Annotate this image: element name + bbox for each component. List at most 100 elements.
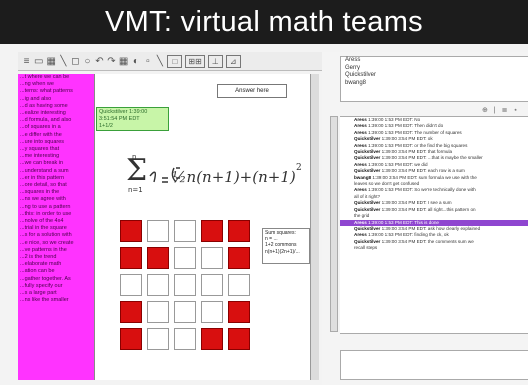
chat-author: Aress — [354, 142, 367, 148]
grid-square-white[interactable] — [174, 328, 196, 350]
grid-square-white[interactable] — [174, 247, 196, 269]
svg-text:½n(n+1)+(n+1): ½n(n+1)+(n+1) — [172, 168, 296, 186]
chat-toolbar-icons[interactable]: ⊕ | ≣ ⋆ — [482, 106, 520, 114]
toolbar-tool-icon[interactable]: ◐ — [131, 56, 140, 67]
user-name: bwang8 — [345, 79, 367, 86]
grid-square-red[interactable] — [120, 301, 142, 323]
grid-square-red[interactable] — [228, 328, 250, 350]
log-line: ...t where we can be — [20, 74, 70, 80]
handwritten-formula[interactable]: Σ n n=1 ½n(n+1)+(n+1) 2 — [118, 148, 310, 198]
log-line: ...s for a solution with — [20, 232, 72, 239]
log-line: ...s a large part — [20, 290, 57, 297]
grid-square-red[interactable] — [120, 328, 142, 350]
grid-square-white[interactable] — [201, 301, 223, 323]
log-line: ...this: in order to use — [20, 210, 72, 217]
grid-square-red[interactable] — [228, 247, 250, 269]
user-name: Quickstilver — [345, 72, 377, 78]
chat-author: Quickstilver — [354, 136, 381, 142]
square-grid — [120, 220, 250, 350]
chat-author: Quickstilver — [354, 225, 381, 231]
chat-author: Aress — [354, 117, 367, 122]
grid-square-red[interactable] — [201, 220, 223, 242]
toolbar-tool-icon[interactable]: ╲ — [59, 56, 68, 67]
toolbar-box-button[interactable]: □ — [167, 54, 183, 68]
note-line: 1+1/2 — [99, 123, 113, 129]
grid-square-red[interactable] — [120, 220, 142, 242]
toolbar-tool-icon[interactable]: ◻ — [71, 56, 80, 67]
chat-author: Quickstilver — [354, 200, 381, 206]
chat-author: Aress — [354, 219, 367, 225]
grid-square-red[interactable] — [120, 247, 142, 269]
log-line: ...terns: what patterns — [20, 88, 73, 95]
chat-author: Aress — [354, 129, 367, 135]
toolbar-box-button[interactable]: ⊿ — [225, 54, 241, 68]
chat-scrollbar[interactable] — [330, 116, 338, 332]
chat-text: all of it right? — [354, 193, 381, 199]
chat-author: Aress — [354, 187, 367, 193]
chat-text: 1:39:00 3:54 PM EDT: all right...this pa… — [381, 206, 476, 212]
grid-square-red[interactable] — [147, 247, 169, 269]
toolbar-tool-icon[interactable]: ▦ — [46, 56, 55, 67]
answer-textbox[interactable]: Answer here — [217, 84, 287, 98]
chat-input[interactable] — [340, 350, 528, 380]
chat-text: 1:39:00 3:54 PM EDT: each row is a sum — [381, 168, 465, 174]
log-line: ...ng when we — [20, 81, 54, 88]
chat-text: 1:39:00 1:53 PM EDT: finding the ck, ok — [368, 232, 449, 238]
grid-square-white[interactable] — [201, 247, 223, 269]
toolbar-tool-icon[interactable]: ↷ — [107, 56, 116, 67]
chat-text: recall steps — [354, 245, 378, 251]
toolbar-tool-icon[interactable]: ≡ — [22, 56, 31, 67]
chat-text: 1:39:00 3:54 PM EDT: ask how clearly exp… — [381, 225, 481, 231]
chat-author: bwang8 — [354, 174, 372, 180]
chat-text: 1:39:00 1:53 PM EDT: So we're technicall… — [368, 187, 476, 193]
chat-text: 1:39:00 1:53 PM EDT: we did — [368, 161, 428, 167]
log-line: ...me interesting — [20, 153, 60, 160]
grid-square-red[interactable] — [201, 328, 223, 350]
toolbar-box-button[interactable]: ⊞⊞ — [185, 54, 205, 68]
chat-text: 1:39:00 3:54 PM EDT: that formula — [381, 149, 453, 155]
log-line: ...ure into squares — [20, 138, 65, 145]
log-line: ...d formula, and also — [20, 117, 72, 124]
sticky-note[interactable]: Quickstilver 1:39:00 3:51:54 PM EDT 1+1/… — [96, 107, 169, 131]
chat-message[interactable]: recall steps — [340, 245, 528, 251]
log-line: ...gather together. As — [20, 275, 71, 282]
chat-author: Quickstilver — [354, 206, 381, 212]
grid-square-white[interactable] — [174, 274, 196, 296]
grid-square-white[interactable] — [174, 220, 196, 242]
svg-text:n=1: n=1 — [128, 186, 143, 194]
sum-note-line: n(n+1)(2n+1)/... — [265, 248, 300, 255]
toolbar-tool-icon[interactable]: ▭ — [34, 56, 43, 67]
user-list: Aress Gerry Quickstilver bwang8 — [340, 56, 528, 102]
log-line: ...2 is the trend — [20, 254, 57, 261]
chat-text: leaves so we don't get confused — [354, 181, 420, 187]
toolbar-tool-icon[interactable]: ○ — [83, 56, 92, 67]
toolbar-box-button[interactable]: ⊥ — [207, 54, 223, 68]
grid-square-white[interactable] — [147, 301, 169, 323]
log-line: ...ve patterns in the — [20, 246, 67, 253]
grid-square-white[interactable] — [147, 220, 169, 242]
grid-square-white[interactable] — [147, 328, 169, 350]
grid-square-red[interactable] — [228, 301, 250, 323]
log-line: ...ns like the smaller — [20, 297, 69, 304]
chat-text: 1:39:00 1:53 PM EDT: or the find the big… — [368, 142, 468, 148]
chat-text: 1:39:00 3:54 PM EDT: ...that is maybe th… — [381, 155, 483, 161]
grid-square-white[interactable] — [174, 301, 196, 323]
sigma-symbol: Σ — [126, 153, 147, 188]
toolbar-tool-icon[interactable]: ▫ — [143, 56, 152, 67]
grid-square-white[interactable] — [201, 274, 223, 296]
grid-square-white[interactable] — [120, 274, 142, 296]
toolbar-tool-icon[interactable]: ╲ — [155, 56, 164, 67]
canvas-scrollbar[interactable] — [310, 74, 319, 380]
grid-square-white[interactable] — [147, 274, 169, 296]
log-line: ...we can break in — [20, 160, 64, 167]
svg-text:n: n — [132, 153, 136, 161]
grid-square-white[interactable] — [228, 274, 250, 296]
sum-note[interactable]: Sum squares: n = ... 1+2 commons n(n+1)(… — [262, 228, 310, 264]
log-line: ...of squares in a — [20, 124, 61, 131]
grid-square-red[interactable] — [228, 220, 250, 242]
chat-author: Aress — [354, 123, 367, 129]
note-line: Quickstilver 1:39:00 3:51:54 PM EDT — [99, 109, 148, 122]
toolbar-tool-icon[interactable]: ↶ — [95, 56, 104, 67]
toolbar-tool-icon[interactable]: ▦ — [119, 56, 128, 67]
user-name: Gerry — [345, 64, 360, 71]
